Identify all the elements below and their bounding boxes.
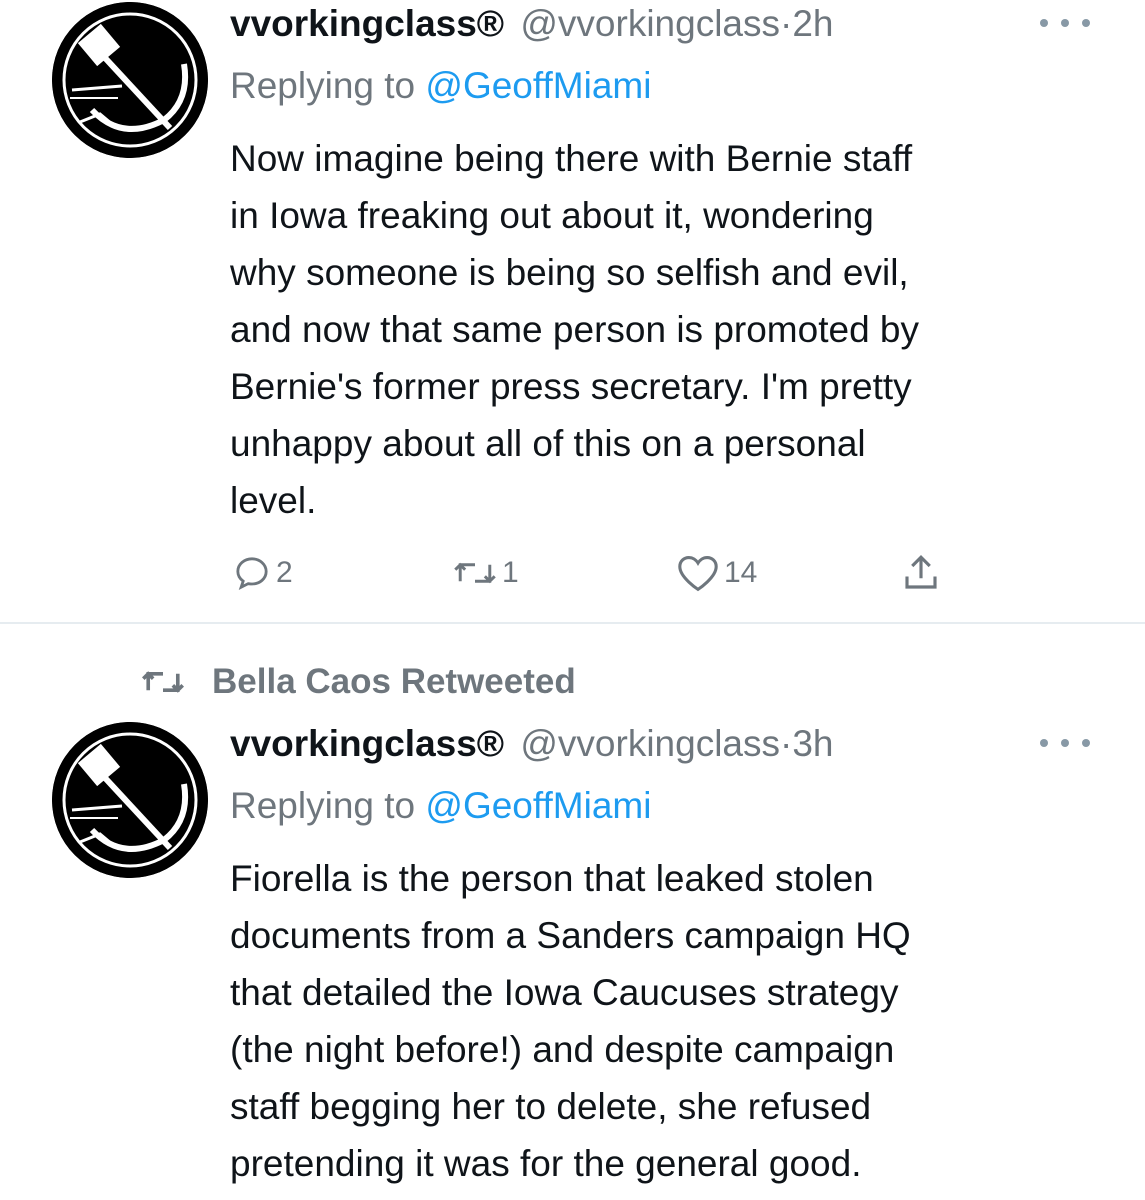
retweet-icon	[454, 562, 496, 584]
display-name[interactable]: vvorkingclass®	[230, 723, 504, 764]
timestamp[interactable]: 3h	[792, 723, 833, 764]
tweet-actions: 2 1 14	[230, 548, 990, 598]
tweet-text: Now imagine being there with Bernie staf…	[230, 138, 919, 521]
tweet-header: vvorkingclass® @vvorkingclass·2h	[230, 0, 833, 48]
retweeted-by-label[interactable]: Bella Caos Retweeted	[212, 662, 576, 702]
tweet-1[interactable]: vvorkingclass® @vvorkingclass·2h Replyin…	[0, 0, 1145, 622]
retweet-icon	[142, 671, 184, 693]
tweet-text: Fiorella is the person that leaked stole…	[230, 858, 911, 1184]
replying-prefix: Replying to	[230, 785, 416, 826]
handle[interactable]: @vvorkingclass	[520, 723, 780, 764]
reply-count: 2	[276, 556, 293, 589]
replying-prefix: Replying to	[230, 65, 416, 106]
share-icon	[905, 555, 937, 589]
display-name[interactable]: vvorkingclass®	[230, 3, 504, 44]
replying-to: Replying to @GeoffMiami	[230, 62, 651, 110]
retweeted-by-row[interactable]: Bella Caos Retweeted	[140, 658, 576, 706]
timestamp[interactable]: 2h	[792, 3, 833, 44]
more-dots-icon[interactable]	[1040, 8, 1090, 38]
retweet-count: 1	[502, 556, 519, 589]
handle[interactable]: @vvorkingclass	[520, 3, 780, 44]
more-dots-icon[interactable]	[1040, 728, 1090, 758]
hammer-and-sickle-icon	[52, 2, 208, 158]
share-button[interactable]	[900, 548, 942, 598]
time-separator: ·	[780, 3, 793, 44]
tweet-divider	[0, 622, 1145, 624]
reply-button[interactable]: 2	[232, 548, 293, 598]
hammer-and-sickle-icon	[52, 722, 208, 878]
replying-to: Replying to @GeoffMiami	[230, 782, 651, 830]
tweet-2[interactable]: vvorkingclass® @vvorkingclass·3h Replyin…	[0, 720, 1145, 1200]
like-button[interactable]: 14	[676, 548, 757, 598]
reply-icon	[236, 557, 268, 590]
retweet-button[interactable]: 1	[452, 548, 519, 598]
like-count: 14	[724, 556, 758, 589]
time-separator: ·	[780, 723, 793, 764]
tweet-header: vvorkingclass® @vvorkingclass·3h	[230, 720, 833, 768]
replying-handle-link[interactable]: @GeoffMiami	[425, 65, 651, 106]
avatar[interactable]	[52, 722, 208, 878]
heart-icon	[678, 555, 718, 592]
replying-handle-link[interactable]: @GeoffMiami	[425, 785, 651, 826]
avatar[interactable]	[52, 2, 208, 158]
